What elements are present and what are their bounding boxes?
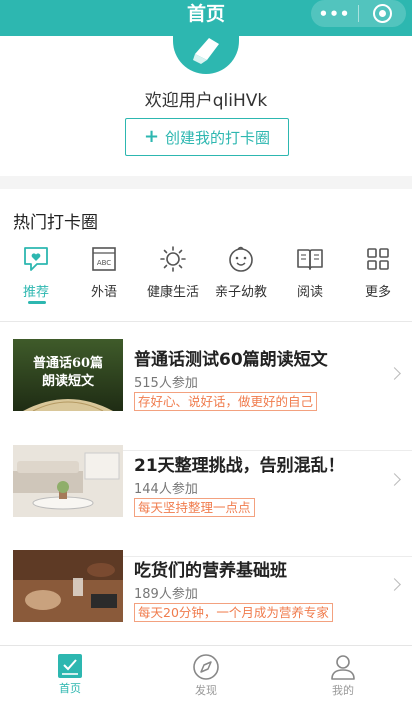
profile-section: 欢迎用户qliHVk + 创建我的打卡圈	[0, 26, 412, 176]
item-title: 吃货们的营养基础班	[134, 561, 287, 581]
item-thumbnail	[13, 445, 123, 517]
category-tab-more[interactable]: 更多	[344, 245, 412, 300]
home-check-icon	[58, 654, 82, 678]
category-label: 推荐	[22, 285, 49, 300]
item-tag: 每天20分钟，一个月成为营养专家	[134, 603, 333, 622]
category-label: 更多	[364, 285, 391, 300]
list-item[interactable]: 普通话60篇 朗读短文 普通话测试60篇朗读短文 515人参加 存好心、说好话，…	[0, 339, 412, 451]
avatar[interactable]	[173, 26, 239, 74]
category-label: 健康生活	[146, 285, 199, 300]
list-item[interactable]: 21天整理挑战，告别混乱！ 144人参加 每天坚持整理一点点	[0, 445, 412, 557]
section-title: 热门打卡圈	[13, 213, 98, 233]
tab-home[interactable]: 首页	[10, 646, 130, 703]
item-thumbnail	[13, 550, 123, 622]
item-count: 515人参加	[134, 376, 198, 391]
item-tag: 每天坚持整理一点点	[134, 498, 255, 517]
create-circle-label: 创建我的打卡圈	[165, 128, 271, 147]
tab-label: 发现	[195, 684, 217, 697]
svg-text:ABC: ABC	[97, 259, 111, 267]
tab-profile[interactable]: 我的	[283, 646, 403, 703]
category-label: 外语	[90, 285, 117, 300]
active-tab-indicator	[28, 301, 46, 304]
open-book-icon	[297, 249, 323, 270]
hot-circles-section: 热门打卡圈 推荐 ABC 外语 健康生活 亲子幼教 阅读 更多 普通话60篇 朗…	[0, 189, 412, 645]
category-label: 亲子幼教	[214, 285, 267, 300]
item-title: 普通话测试60篇朗读短文	[134, 350, 328, 370]
chevron-right-icon	[388, 367, 401, 380]
category-tab-recommend[interactable]: 推荐	[2, 245, 70, 300]
item-count: 189人参加	[134, 587, 198, 602]
chat-heart-icon	[24, 247, 48, 271]
tab-discover[interactable]: 发现	[146, 646, 266, 703]
sun-icon	[160, 246, 186, 272]
item-thumbnail: 普通话60篇 朗读短文	[13, 339, 123, 411]
plus-icon: +	[143, 126, 160, 147]
tab-label: 我的	[332, 684, 354, 697]
category-tab-parenting[interactable]: 亲子幼教	[207, 245, 275, 300]
grid-icon	[367, 248, 389, 270]
create-circle-button[interactable]: + 创建我的打卡圈	[125, 118, 289, 156]
baby-face-icon	[229, 246, 253, 272]
thumb-text: 朗读短文	[42, 373, 95, 389]
category-label: 阅读	[296, 285, 323, 300]
abc-icon: ABC	[92, 247, 116, 271]
item-count: 144人参加	[134, 482, 198, 497]
item-title: 21天整理挑战，告别混乱！	[134, 456, 345, 476]
user-icon	[331, 655, 355, 680]
category-tab-health[interactable]: 健康生活	[139, 245, 207, 300]
more-menu-button[interactable]: •••	[311, 5, 358, 23]
chevron-right-icon	[388, 473, 401, 486]
compass-icon	[193, 654, 219, 680]
thumb-text: 普通话60篇	[33, 355, 103, 371]
close-program-button[interactable]	[359, 4, 406, 23]
list-item[interactable]: 吃货们的营养基础班 189人参加 每天20分钟，一个月成为营养专家	[0, 550, 412, 654]
pen-icon	[193, 38, 219, 64]
item-tag: 存好心、说好话，做更好的自己	[134, 392, 318, 411]
tab-label: 首页	[59, 682, 81, 695]
welcome-text: 欢迎用户qliHVk	[144, 91, 268, 111]
target-circle-icon	[373, 4, 392, 23]
section-divider	[0, 321, 412, 322]
category-tab-language[interactable]: ABC 外语	[70, 245, 138, 300]
chevron-right-icon	[388, 578, 401, 591]
category-tabs: 推荐 ABC 外语 健康生活 亲子幼教 阅读 更多	[0, 245, 412, 305]
bottom-tab-bar: 首页 发现 我的	[0, 645, 412, 703]
category-tab-reading[interactable]: 阅读	[276, 245, 344, 300]
mini-program-capsule: •••	[311, 0, 406, 27]
